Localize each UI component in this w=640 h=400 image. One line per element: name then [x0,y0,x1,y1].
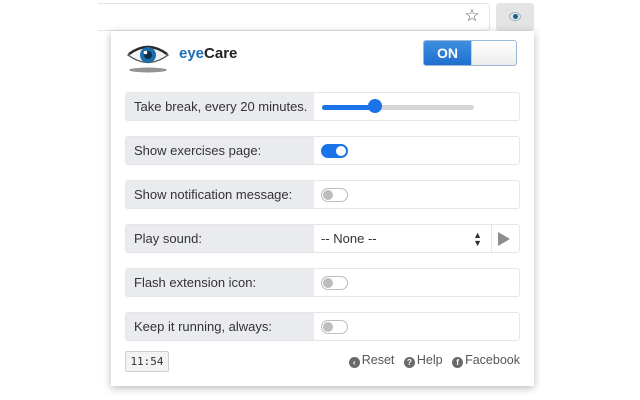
extension-button[interactable] [496,3,534,31]
flash-icon-switch[interactable] [321,276,348,290]
eye-icon [509,12,521,21]
flash-icon-row: Flash extension icon: [125,268,520,297]
notification-row: Show notification message: [125,180,520,209]
popup-header: eyeCare ON [111,31,534,81]
break-interval-slider[interactable] [322,105,474,110]
exercises-label: Show exercises page: [126,137,314,164]
sound-label: Play sound: [126,225,314,252]
keep-running-label: Keep it running, always: [126,313,314,340]
help-icon: ? [403,357,415,368]
footer-links: ‹ Reset ? Help f Facebook [343,353,520,368]
sound-row: Play sound: -- None -- ▲ ▼ [125,224,520,253]
flash-icon-label: Flash extension icon: [126,269,314,296]
browser-toolbar: ☆ [0,0,640,34]
keep-running-switch[interactable] [321,320,348,334]
keep-running-row: Keep it running, always: [125,312,520,341]
power-toggle-knob [471,41,516,65]
exercises-switch[interactable] [321,144,348,158]
notification-switch[interactable] [321,188,348,202]
help-link[interactable]: ? Help [403,353,443,368]
sound-select[interactable]: -- None -- ▲ ▼ [314,225,492,252]
exercises-row: Show exercises page: [125,136,520,165]
switch-knob [323,189,333,200]
break-interval-label: Take break, every 20 minutes. [126,93,314,120]
break-interval-control [314,93,519,120]
play-sound-icon[interactable] [498,232,510,246]
switch-knob [336,146,346,156]
reset-icon: ‹ [348,357,360,368]
facebook-link[interactable]: f Facebook [452,353,520,368]
address-bar[interactable] [98,3,490,31]
power-toggle[interactable]: ON [423,40,517,66]
extension-popup: eyeCare ON Take break, every 20 minutes.… [111,31,534,386]
break-interval-row: Take break, every 20 minutes. [125,92,520,121]
switch-knob [323,321,333,332]
sound-select-value: -- None -- [321,231,377,246]
countdown-timer: 11:54 [125,351,169,372]
select-arrows-icon: ▲ ▼ [473,230,482,248]
power-toggle-label: ON [424,41,471,65]
eye-logo-icon [126,45,170,73]
bookmark-star-icon[interactable]: ☆ [462,6,482,26]
app-name: eyeCare [179,45,238,62]
slider-thumb[interactable] [368,99,383,113]
notification-label: Show notification message: [126,181,314,208]
reset-link[interactable]: ‹ Reset [348,353,394,368]
facebook-icon: f [452,357,464,368]
switch-knob [323,277,333,288]
